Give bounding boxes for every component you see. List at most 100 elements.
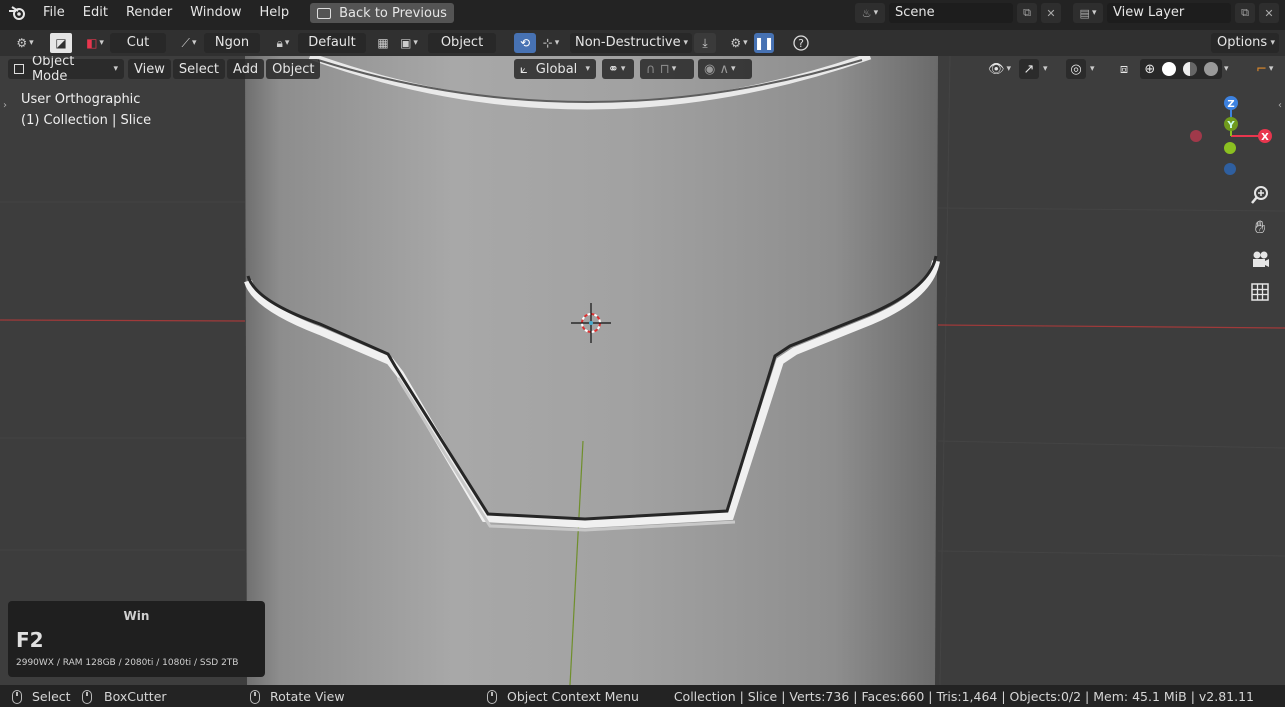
menu-edit[interactable]: Edit — [74, 2, 117, 24]
scene-controls: ♨ ▾ Scene ⧉ ✕ ▤ ▾ View Layer ⧉ ✕ — [855, 3, 1279, 23]
cut-mode-field[interactable]: Cut — [110, 33, 166, 53]
tool-picker-icon[interactable]: ⚙ ▾ — [10, 33, 40, 53]
cut-mode-icon[interactable]: ◧ ▾ — [80, 33, 110, 53]
solid-shading-icon[interactable] — [1162, 62, 1177, 76]
pause-icon[interactable]: ❚❚ — [754, 33, 774, 53]
rendered-shading-icon[interactable] — [1203, 62, 1218, 76]
settings-gear-icon[interactable]: ⚙ ▾ — [724, 33, 754, 53]
shading-dropdown-icon[interactable]: ▾ — [1222, 59, 1238, 79]
right-mouse-icon — [487, 689, 497, 704]
object-mode-icon — [14, 64, 24, 74]
wireframe-shading-icon[interactable]: ⊕ — [1144, 62, 1155, 77]
boxcutter-active-icon[interactable]: ◪ — [50, 33, 72, 53]
options-label: Options — [1217, 35, 1268, 50]
default-field[interactable]: Default — [298, 33, 366, 53]
non-destructive-label: Non-Destructive — [575, 35, 681, 50]
shape-type-icon[interactable]: ⟋ ▾ — [174, 33, 204, 53]
key-display-key: F2 — [16, 628, 44, 652]
status-scene-stats: Collection | Slice | Verts:736 | Faces:6… — [673, 689, 1254, 704]
pivot-point-icon[interactable]: ⚭ ▾ — [602, 59, 634, 79]
view-layer-name-field[interactable]: View Layer — [1107, 3, 1231, 23]
tool-settings-header: ⚙ ▾ ◪ ◧ ▾ Cut ⟋ ▾ Ngon 🔒︎ ▾ Default ▦ ▣ ▾ Obj… — [0, 30, 1285, 56]
new-view-layer-icon[interactable]: ⧉ — [1235, 3, 1255, 23]
snap-toggle-icon[interactable]: ⟲ — [514, 33, 536, 53]
back-icon — [317, 7, 332, 19]
status-boxcutter-hint: BoxCutter — [82, 689, 167, 704]
delete-scene-icon[interactable]: ✕ — [1041, 3, 1061, 23]
status-context-label: Object Context Menu — [507, 689, 639, 704]
gizmo-dropdown-icon[interactable]: ▾ — [1041, 59, 1057, 79]
camera-view-icon[interactable] — [1246, 246, 1274, 274]
gizmo-x-label: X — [1261, 132, 1269, 143]
lock-icon[interactable]: 🔒︎ ▾ — [268, 33, 298, 53]
status-select-label: Select — [32, 689, 71, 704]
grid-plane-icon[interactable]: ▦ — [372, 33, 394, 53]
status-rotate-hint: Rotate View — [250, 689, 345, 704]
options-dropdown[interactable]: Options ▾ — [1211, 33, 1279, 53]
status-bar: Select BoxCutter Rotate View Object Cont… — [0, 685, 1285, 707]
middle-mouse-icon — [250, 689, 260, 704]
proportional-editing-icon[interactable]: ◉ ∧ ▾ — [698, 59, 752, 79]
gizmo-z-label: Z — [1227, 99, 1234, 110]
gizmo-y-label: Y — [1226, 120, 1235, 131]
non-destructive-dropdown[interactable]: Non-Destructive ▾ — [570, 33, 692, 53]
boxcutter-menu-icon[interactable]: ⌐ ▾ — [1250, 59, 1280, 79]
menu-render[interactable]: Render — [117, 2, 181, 24]
menu-window[interactable]: Window — [181, 2, 250, 24]
back-to-previous-label: Back to Previous — [339, 5, 447, 21]
scene-selector-icon[interactable]: ♨ ▾ — [855, 3, 885, 23]
surface-mode-icon[interactable]: ▣ ▾ — [394, 33, 424, 53]
status-select-hint: Select — [12, 689, 71, 704]
scene-name-field[interactable]: Scene — [889, 3, 1013, 23]
apply-icon[interactable]: ⤓ — [694, 33, 716, 53]
new-scene-icon[interactable]: ⧉ — [1017, 3, 1037, 23]
gizmo-toggle-icon[interactable]: ↗ — [1019, 59, 1039, 79]
menu-select[interactable]: Select — [172, 59, 225, 79]
transform-orientation-dropdown[interactable]: ⟀ Global ▾ — [514, 59, 596, 79]
navigation-gizmo[interactable]: Z Y X — [1180, 92, 1280, 182]
status-rotate-label: Rotate View — [270, 689, 345, 704]
orientation-label: Global — [535, 61, 578, 77]
3d-viewport[interactable]: Object Mode ▾ View Select Add Object ⟀ G… — [0, 56, 1285, 685]
orientation-icon: ⟀ — [520, 61, 528, 77]
collection-info-label: (1) Collection | Slice — [21, 113, 152, 128]
status-context-hint: Object Context Menu — [487, 689, 639, 704]
snap-target-icon[interactable]: ⊹ ▾ — [536, 33, 566, 53]
back-to-previous-button[interactable]: Back to Previous — [310, 3, 454, 23]
scene-render — [0, 56, 1285, 685]
shading-modes: ⊕ — [1140, 59, 1222, 79]
menu-file[interactable]: File — [34, 2, 74, 24]
delete-view-layer-icon[interactable]: ✕ — [1259, 3, 1279, 23]
x-axis-line — [0, 319, 246, 322]
menu-object[interactable]: Object — [266, 59, 321, 79]
key-display-panel: Win F2 2990WX / RAM 128GB / 2080ti / 108… — [8, 601, 265, 677]
menu-add[interactable]: Add — [226, 59, 265, 79]
zoom-icon[interactable] — [1246, 181, 1274, 209]
viewport-header: Object Mode ▾ View Select Add Object ⟀ G… — [0, 56, 1285, 84]
ortho-grid-icon[interactable] — [1246, 278, 1274, 306]
shape-type-field[interactable]: Ngon — [204, 33, 260, 53]
menu-view[interactable]: View — [128, 59, 171, 79]
pan-hand-icon[interactable]: ✋︎ — [1246, 213, 1274, 241]
overlays-dropdown-icon[interactable]: ▾ — [1088, 59, 1104, 79]
key-display-specs: 2990WX / RAM 128GB / 2080ti / 1080ti / S… — [16, 658, 239, 668]
svg-text:?: ? — [798, 37, 804, 50]
mode-dropdown[interactable]: Object Mode ▾ — [8, 56, 124, 84]
cylinder-mesh — [245, 56, 938, 685]
view-layer-selector-icon[interactable]: ▤ ▾ — [1073, 3, 1103, 23]
xray-toggle-icon[interactable]: ⧈ — [1114, 59, 1134, 79]
menu-help[interactable]: Help — [251, 2, 299, 24]
toolbar-expand-icon[interactable]: › — [3, 100, 7, 111]
status-boxcutter-label: BoxCutter — [104, 689, 167, 704]
key-display-title: Win — [123, 609, 150, 623]
blender-logo-icon[interactable] — [0, 5, 34, 21]
drag-mouse-icon — [82, 689, 92, 704]
snap-icon[interactable]: ∩ ⊓ ▾ — [640, 59, 694, 79]
surface-object-field[interactable]: Object — [428, 33, 496, 53]
help-icon[interactable]: ? — [790, 33, 812, 53]
material-shading-icon[interactable] — [1182, 62, 1197, 76]
overlays-toggle-icon[interactable]: ◎ — [1066, 59, 1086, 79]
visibility-icon[interactable]: 👁︎ ▾ — [982, 59, 1014, 79]
top-menu-bar: File Edit Render Window Help Back to Pre… — [0, 0, 1285, 26]
mode-label: Object Mode — [31, 56, 75, 84]
